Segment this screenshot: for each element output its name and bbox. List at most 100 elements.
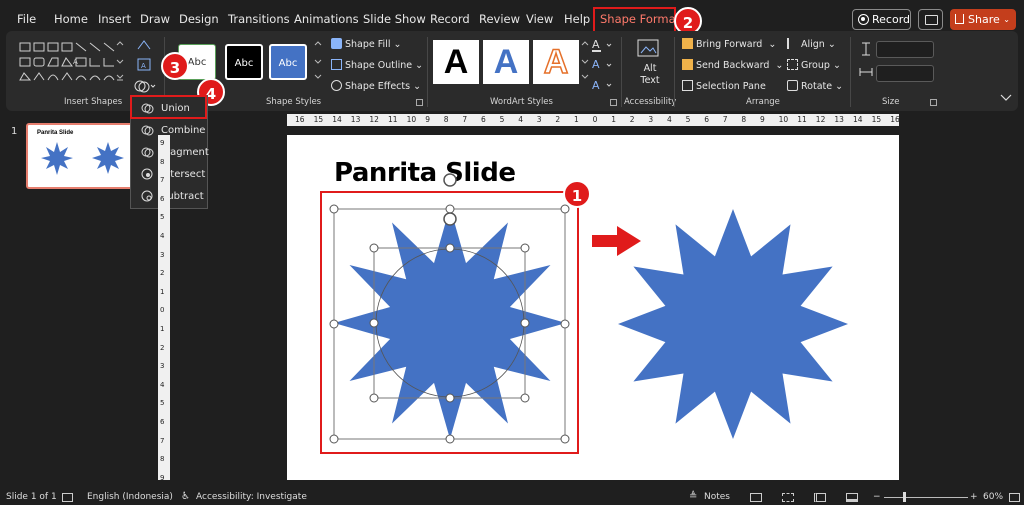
zoom-slider-thumb[interactable] — [903, 492, 906, 502]
ruler-tick-label: 0 — [592, 115, 598, 124]
alt-text-button[interactable]: Alt Text — [632, 38, 668, 88]
resize-handle[interactable] — [560, 319, 570, 329]
spell-check-icon[interactable] — [62, 493, 73, 502]
wordart-style-3[interactable]: A — [533, 40, 579, 84]
align-button[interactable]: Align ⌄ — [787, 38, 836, 50]
wordart-style-2[interactable]: A — [483, 40, 529, 84]
shapes-gallery[interactable]: A — [18, 40, 126, 86]
slide-sorter-icon[interactable] — [782, 493, 794, 502]
notes-button[interactable]: Notes — [704, 492, 730, 502]
union-result-shape[interactable] — [618, 209, 848, 439]
send-backward-button[interactable]: Send Backward ⌄ — [682, 59, 783, 71]
menu-item-intersect[interactable]: Intersect — [133, 164, 207, 185]
menu-item-combine[interactable]: Combine — [133, 120, 207, 141]
resize-handle[interactable] — [445, 434, 455, 444]
resize-handle[interactable] — [369, 243, 379, 253]
bring-forward-button[interactable]: Bring Forward ⌄ — [682, 38, 776, 50]
shape-styles-scroll[interactable] — [314, 41, 322, 83]
resize-handle[interactable] — [560, 204, 570, 214]
ruler-tick-label: 6 — [704, 115, 709, 124]
shapes-gallery-scroll[interactable] — [116, 41, 124, 83]
resize-handle[interactable] — [329, 434, 339, 444]
tab-transitions[interactable]: Transitions — [228, 12, 290, 26]
alt-text-label-line1: Alt — [643, 63, 657, 74]
language-indicator[interactable]: English (Indonesia) — [87, 492, 173, 502]
ruler-tick-label: 1 — [160, 325, 165, 333]
menu-item-fragment[interactable]: Fragment — [133, 142, 209, 163]
dialog-launcher-icon[interactable] — [610, 99, 617, 106]
zoom-out-icon[interactable]: − — [873, 492, 881, 502]
collapse-ribbon-icon[interactable] — [1000, 93, 1012, 103]
wordart-style-1[interactable]: A — [433, 40, 479, 84]
accessibility-status[interactable]: Accessibility: Investigate — [196, 492, 307, 502]
tab-record[interactable]: Record — [430, 12, 470, 26]
height-input[interactable] — [876, 41, 934, 58]
ruler-tick-label: 3 — [648, 115, 654, 124]
tab-draw[interactable]: Draw — [140, 12, 170, 26]
resize-handle[interactable] — [445, 204, 455, 214]
resize-handle[interactable] — [329, 319, 339, 329]
slide-canvas[interactable]: Panrita Slide 1 — [287, 135, 899, 480]
ruler-tick-label: 2 — [555, 115, 561, 124]
resize-handle[interactable] — [520, 318, 530, 328]
tab-home[interactable]: Home — [54, 12, 88, 26]
svg-text:A: A — [141, 62, 146, 70]
tab-help[interactable]: Help — [564, 12, 590, 26]
ruler-tick-label: 9 — [425, 115, 430, 124]
rotate-button[interactable]: Rotate ⌄ — [787, 80, 843, 92]
star-shape-selected[interactable] — [334, 207, 566, 439]
group-separator — [427, 37, 428, 107]
merge-shapes-button[interactable] — [132, 78, 158, 94]
slideshow-icon[interactable] — [846, 493, 858, 502]
selection-pane-button[interactable]: Selection Pane — [682, 80, 766, 92]
tab-design[interactable]: Design — [179, 12, 219, 26]
comments-button[interactable] — [918, 9, 943, 30]
tab-slide-show[interactable]: Slide Show — [363, 12, 426, 26]
fit-slide-icon[interactable] — [1009, 493, 1020, 502]
record-button[interactable]: Record — [852, 9, 911, 30]
zoom-level[interactable]: 60% — [983, 492, 1003, 502]
share-button[interactable]: Share ⌄ — [950, 9, 1016, 30]
group-button[interactable]: Group ⌄ — [787, 59, 841, 71]
shape-style-swatch-3[interactable]: Abc — [269, 44, 307, 80]
ruler-tick-label: 8 — [160, 455, 165, 464]
tab-insert[interactable]: Insert — [98, 12, 131, 26]
resize-handle[interactable] — [369, 318, 379, 328]
ruler-tick-label: 7 — [722, 115, 728, 124]
resize-handle[interactable] — [560, 434, 570, 444]
shape-style-swatch-2[interactable]: Abc — [225, 44, 263, 80]
slide-thumbnail[interactable]: Panrita Slide — [26, 123, 142, 189]
edit-shape-icons[interactable]: A — [134, 37, 158, 75]
dialog-launcher-icon[interactable] — [930, 99, 937, 106]
resize-handle[interactable] — [329, 204, 339, 214]
tab-animations[interactable]: Animations — [294, 12, 359, 26]
title-rotate-handle[interactable] — [443, 173, 457, 187]
shape-effects-button[interactable]: Shape Effects ⌄ — [331, 80, 421, 92]
shape-fill-button[interactable]: Shape Fill ⌄ — [331, 38, 401, 50]
zoom-slider[interactable] — [884, 497, 968, 498]
dialog-launcher-icon[interactable] — [416, 99, 423, 106]
align-icon — [787, 38, 798, 49]
slide-info: Slide 1 of 1 — [6, 492, 57, 502]
resize-handle[interactable] — [520, 393, 530, 403]
tab-view[interactable]: View — [526, 12, 553, 26]
reading-view-icon[interactable] — [814, 493, 826, 502]
zoom-in-icon[interactable]: + — [970, 492, 978, 502]
tab-review[interactable]: Review — [479, 12, 520, 26]
width-input[interactable] — [876, 65, 934, 82]
text-format-buttons[interactable]: A A A — [589, 36, 619, 94]
thumbnail-shapes — [41, 142, 124, 175]
tab-file[interactable]: File — [17, 12, 36, 26]
size-icons — [859, 42, 873, 76]
resize-handle[interactable] — [445, 243, 455, 253]
resize-handle[interactable] — [520, 243, 530, 253]
ruler-tick-label: 14 — [853, 115, 863, 124]
normal-view-icon[interactable] — [750, 493, 762, 502]
star-rotate-handle[interactable] — [443, 212, 457, 226]
ruler-tick-label: 0 — [160, 306, 165, 315]
menu-item-subtract[interactable]: Subtract — [133, 186, 207, 207]
resize-handle[interactable] — [445, 393, 455, 403]
shape-outline-button[interactable]: Shape Outline ⌄ — [331, 59, 423, 71]
wordart-scroll[interactable] — [581, 41, 589, 83]
resize-handle[interactable] — [369, 393, 379, 403]
